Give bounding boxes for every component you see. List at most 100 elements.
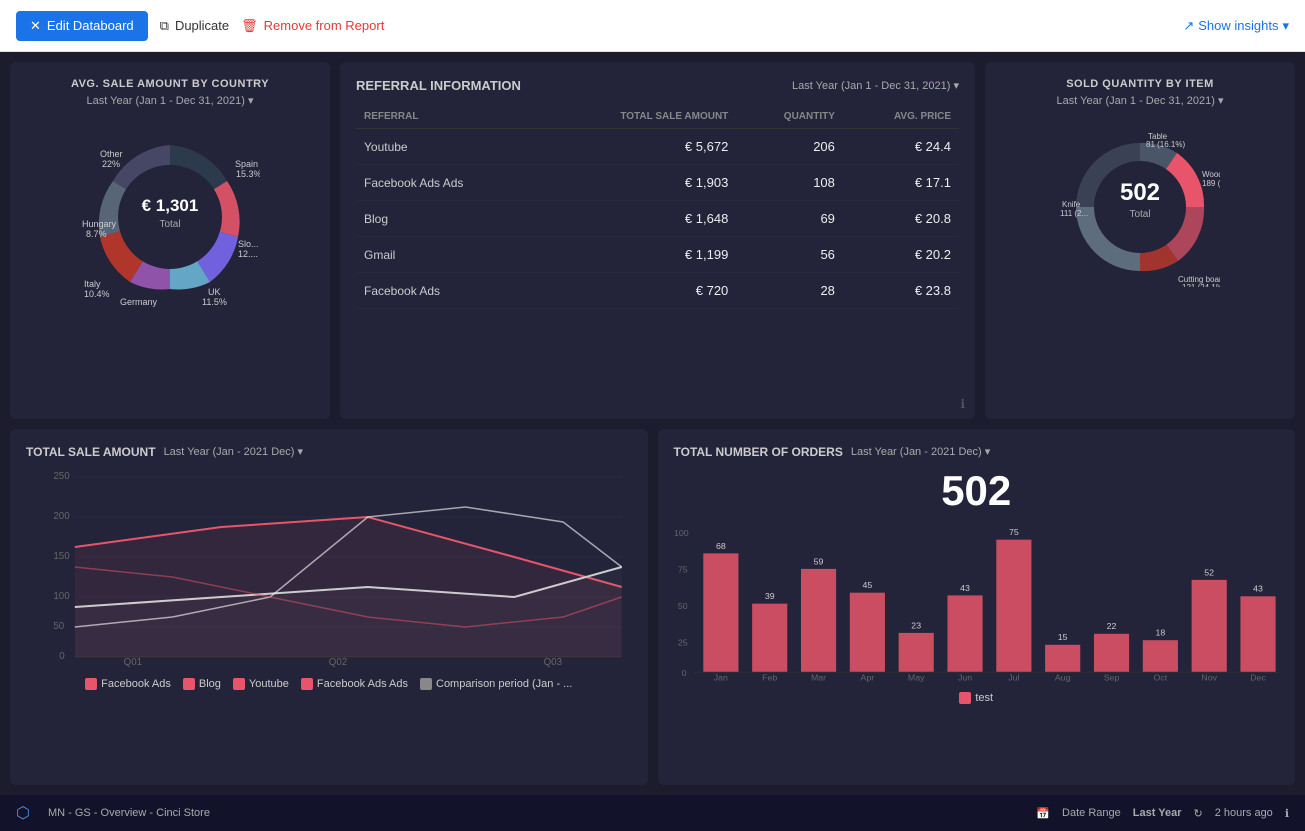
legend-dot-blog [183,678,195,690]
legend-blog[interactable]: Blog [183,678,221,690]
svg-text:Feb: Feb [762,672,777,682]
legend-comparison[interactable]: Comparison period (Jan - ... [420,678,572,690]
svg-text:Sep: Sep [1103,672,1119,682]
legend-test[interactable]: test [959,692,993,704]
referral-avg: € 20.2 [843,237,959,273]
total-orders-title: TOTAL NUMBER OF ORDERS [674,445,843,459]
status-bar: ⬡ MN - GS - Overview - Cinci Store 📅 Dat… [0,795,1305,831]
legend-dot-fbadsads [301,678,313,690]
referral-name: Blog [356,201,539,237]
svg-text:Oct: Oct [1153,672,1167,682]
total-orders-period[interactable]: Last Year (Jan - 2021 Dec) [851,445,990,458]
info-status-icon: ℹ [1285,807,1289,820]
svg-text:Dec: Dec [1250,672,1266,682]
sold-quantity-chart: 502 Total Table 81 (16.1%) Woode... 189 … [1001,117,1279,297]
calendar-icon: 📅 [1036,807,1050,820]
referral-avg: € 24.4 [843,129,959,165]
date-range-label: Date Range [1062,807,1121,819]
col-quantity: QUANTITY [736,105,843,129]
avg-sale-period[interactable]: Last Year (Jan 1 - Dec 31, 2021) [26,94,314,107]
referral-period[interactable]: Last Year (Jan 1 - Dec 31, 2021) [792,79,959,92]
referral-qty: 28 [736,273,843,309]
dashboard: AVG. SALE AMOUNT BY COUNTRY Last Year (J… [0,52,1305,795]
sold-quantity-donut: 502 Total Table 81 (16.1%) Woode... 189 … [1060,127,1220,287]
svg-text:52: 52 [1204,567,1214,577]
edit-button-label: Edit Databoard [47,18,134,33]
time-ago: 2 hours ago [1215,807,1273,819]
referral-name: Youtube [356,129,539,165]
svg-text:Spain: Spain [235,159,258,169]
svg-text:UK: UK [208,287,221,297]
referral-avg: € 17.1 [843,165,959,201]
info-icon: ℹ [960,397,965,411]
svg-text:200: 200 [53,510,70,521]
referral-name: Facebook Ads [356,273,539,309]
svg-text:Q02: Q02 [329,656,347,666]
legend-youtube[interactable]: Youtube [233,678,289,690]
referral-header: REFERRAL INFORMATION Last Year (Jan 1 - … [356,78,959,93]
svg-text:Italy: Italy [84,279,101,289]
sold-quantity-period[interactable]: Last Year (Jan 1 - Dec 31, 2021) [1001,94,1279,107]
logo-icon: ⬡ [16,803,30,823]
svg-text:Slo...: Slo... [238,239,259,249]
toolbar: ✕ Edit Databoard ⧉ Duplicate 🗑 Remove fr… [0,0,1305,52]
legend-label-fbadsads: Facebook Ads Ads [317,678,408,690]
total-orders-card: TOTAL NUMBER OF ORDERS Last Year (Jan - … [658,429,1296,786]
svg-text:39: 39 [764,591,774,601]
legend-label-comparison: Comparison period (Jan - ... [436,678,572,690]
legend-label-youtube: Youtube [249,678,289,690]
svg-text:Germany: Germany [120,297,158,307]
referral-card: REFERRAL INFORMATION Last Year (Jan 1 - … [340,62,975,419]
referral-avg: € 23.8 [843,273,959,309]
svg-text:Nov: Nov [1201,672,1217,682]
duplicate-button[interactable]: ⧉ Duplicate [160,18,230,34]
svg-text:0: 0 [681,668,686,678]
top-row: AVG. SALE AMOUNT BY COUNTRY Last Year (J… [10,62,1295,419]
referral-name: Gmail [356,237,539,273]
table-row: Youtube € 5,672 206 € 24.4 [356,129,959,165]
svg-text:50: 50 [677,601,687,611]
avg-sale-title: AVG. SALE AMOUNT BY COUNTRY [26,78,314,90]
total-sale-card: TOTAL SALE AMOUNT Last Year (Jan - 2021 … [10,429,648,786]
total-sale-legend: Facebook Ads Blog Youtube Facebook Ads A… [26,678,632,690]
breadcrumb: MN - GS - Overview - Cinci Store [48,807,210,819]
referral-qty: 108 [736,165,843,201]
avg-sale-chart: € 1,301 Total Spain 15.3% Slo... 12.... … [26,117,314,317]
svg-text:10.4%: 10.4% [84,289,110,299]
edit-databoard-button[interactable]: ✕ Edit Databoard [16,11,148,41]
total-sale-chart: 250 200 150 100 50 0 Q01 Q02 Q03 [26,467,632,667]
total-sale-title: TOTAL SALE AMOUNT [26,445,156,459]
svg-text:Jan: Jan [713,672,727,682]
svg-text:100: 100 [674,528,689,538]
avg-sale-card: AVG. SALE AMOUNT BY COUNTRY Last Year (J… [10,62,330,419]
legend-dot-comparison [420,678,432,690]
legend-facebook-ads-ads[interactable]: Facebook Ads Ads [301,678,408,690]
chevron-down-icon: ▾ [1282,18,1289,34]
legend-dot-test [959,692,971,704]
refresh-icon: ↻ [1193,807,1202,820]
svg-text:Hungary: Hungary [82,219,117,229]
svg-text:50: 50 [53,620,64,631]
referral-qty: 56 [736,237,843,273]
svg-text:18: 18 [1155,627,1165,637]
remove-button[interactable]: 🗑 Remove from Report [241,18,384,34]
total-orders-value: 502 [674,467,1280,515]
svg-text:Total: Total [1129,209,1150,220]
svg-text:111 (2...: 111 (2... [1060,209,1088,218]
svg-text:250: 250 [53,470,70,481]
svg-text:81 (16.1%): 81 (16.1%) [1146,140,1185,149]
table-row: Facebook Ads Ads € 1,903 108 € 17.1 [356,165,959,201]
total-sale-period[interactable]: Last Year (Jan - 2021 Dec) [164,445,303,458]
col-referral: Referral [356,105,539,129]
referral-avg: € 20.8 [843,201,959,237]
total-orders-header: TOTAL NUMBER OF ORDERS Last Year (Jan - … [674,445,1280,459]
svg-text:11.5%: 11.5% [202,297,227,307]
legend-facebook-ads[interactable]: Facebook Ads [85,678,171,690]
referral-total: € 1,648 [539,201,736,237]
svg-text:15.3%: 15.3% [236,169,260,179]
svg-text:100: 100 [53,590,70,601]
show-insights-button[interactable]: ↗ Show insights ▾ [1183,18,1289,34]
svg-text:189 (3...): 189 (3...) [1202,179,1220,188]
svg-text:25: 25 [677,637,687,647]
sold-quantity-card: SOLD QUANTITY BY ITEM Last Year (Jan 1 -… [985,62,1295,419]
